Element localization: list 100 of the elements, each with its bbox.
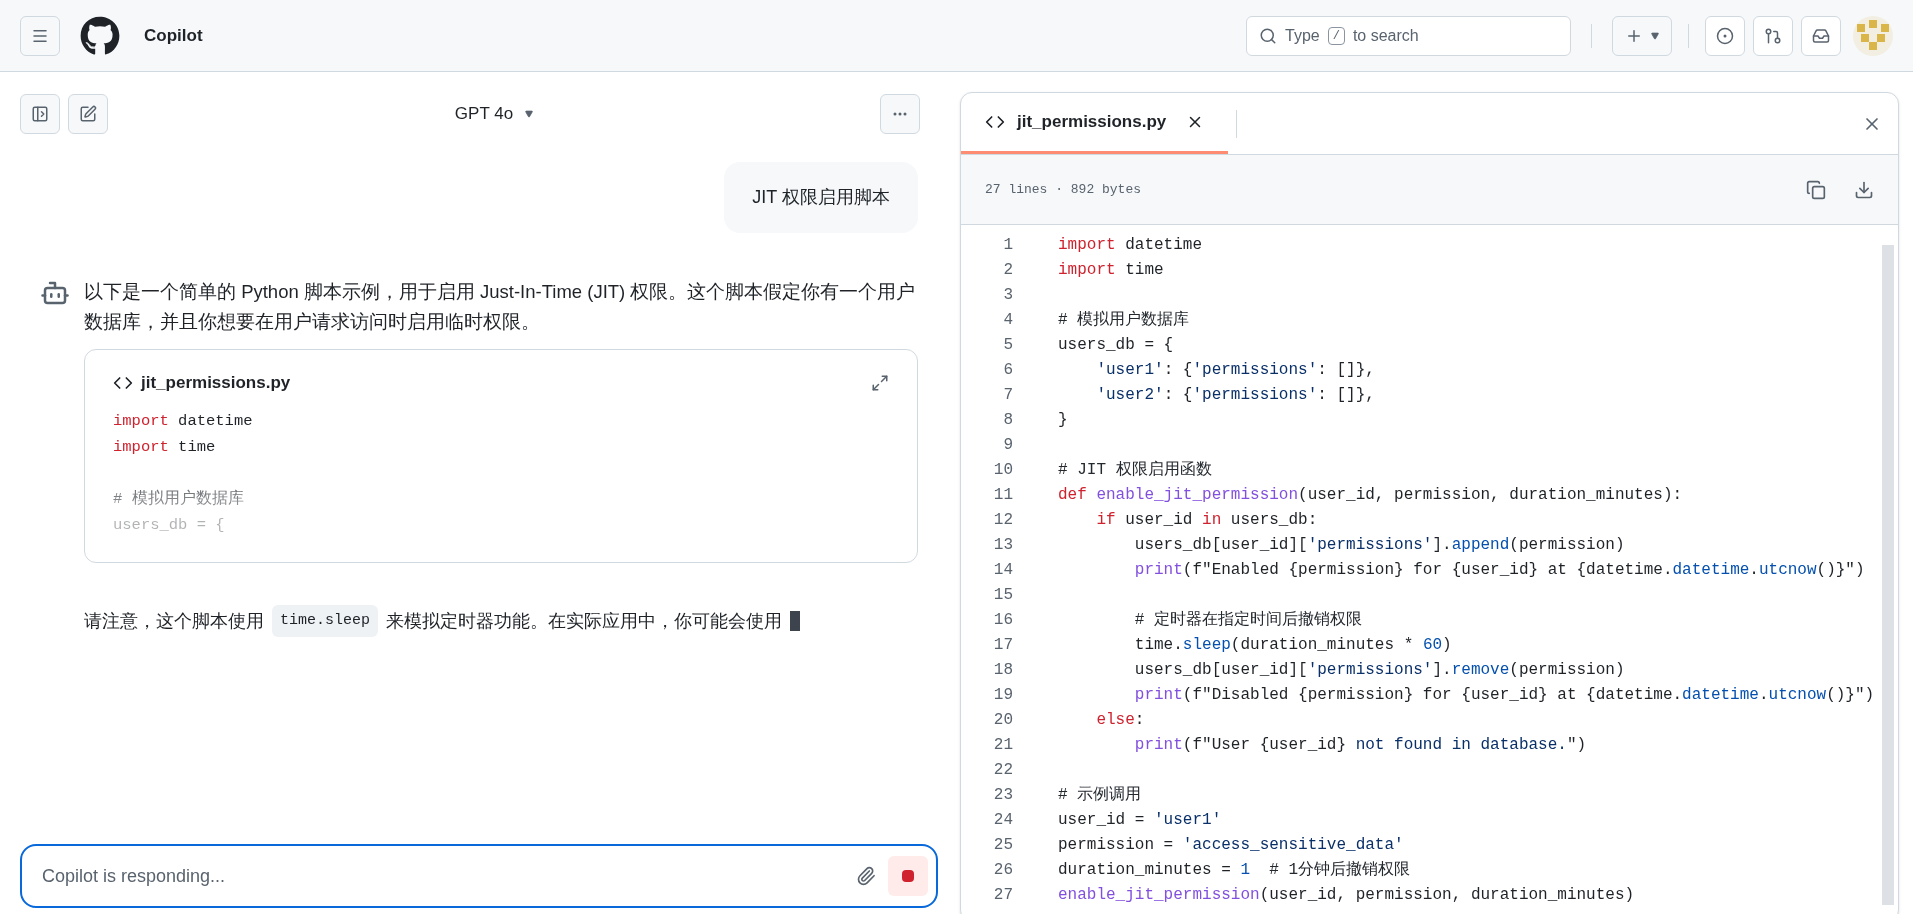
line-number: 15 xyxy=(992,585,1013,606)
line-number: 21 xyxy=(992,735,1013,756)
code-token: remove xyxy=(1451,661,1510,679)
code-token: in xyxy=(1202,511,1222,529)
assistant-message: 以下是一个简单的 Python 脚本示例，用于启用 Just-In-Time (JIT) 权限。这个脚本假定你有一个用户数据库，并且你想要在用户请求访问时启用临时权限。 xyxy=(84,280,917,334)
file-info: 27 lines · 892 bytes xyxy=(985,180,1143,199)
code-token: (user_id, permission, duration_minutes): xyxy=(1298,486,1683,504)
expand-icon[interactable] xyxy=(871,373,889,392)
code-token: 'user1' xyxy=(1095,361,1164,379)
attach-icon[interactable] xyxy=(856,866,876,886)
code-token: (f"User {user_id} xyxy=(1182,736,1348,754)
code-token: duration_minutes = xyxy=(1058,861,1232,879)
code-token: . xyxy=(1758,686,1769,704)
code-token: datetime xyxy=(177,411,253,430)
line-number: 12 xyxy=(992,510,1013,531)
line-number: 10 xyxy=(992,460,1013,481)
chat-input[interactable]: Copilot is responding... xyxy=(20,844,938,908)
search-field[interactable]: Type / to search xyxy=(1246,15,1571,56)
code-token: # JIT 权限启用函数 xyxy=(1058,461,1212,479)
code-token: users_db: xyxy=(1229,511,1318,529)
code-token: (permission) xyxy=(1509,536,1625,554)
code-token: (f"Enabled {permission} for {user_id} at {datetime. xyxy=(1182,561,1673,579)
tab-label: jit_permissions.py xyxy=(1017,111,1167,134)
code-token: print xyxy=(1133,736,1183,754)
code-token: 'permissions' xyxy=(1192,386,1318,404)
line-number: 26 xyxy=(992,860,1013,881)
file-name[interactable]: jit_permissions.py xyxy=(141,370,291,396)
line-number: 13 xyxy=(992,535,1013,556)
code-token: : []}, xyxy=(1317,386,1375,404)
code-token: datetime xyxy=(1672,561,1750,579)
stop-icon xyxy=(902,870,914,882)
pen-icon xyxy=(79,104,97,123)
code-token: print xyxy=(1133,686,1183,704)
code-token: append xyxy=(1451,536,1510,554)
line-number: 3 xyxy=(1002,285,1013,306)
message-input[interactable]: Copilot is responding... xyxy=(42,862,844,890)
code-token: ) xyxy=(1442,636,1452,654)
code-token: ]. xyxy=(1432,661,1452,679)
code-token: (duration_minutes * xyxy=(1230,636,1415,654)
copy-icon[interactable] xyxy=(1806,179,1826,200)
code-token: users_db[user_id][ xyxy=(1133,536,1308,554)
code-token: time xyxy=(1124,261,1164,279)
line-number: 5 xyxy=(1002,335,1013,356)
pull-request-icon xyxy=(1764,26,1782,45)
line-number: 19 xyxy=(992,685,1013,706)
line-number: 24 xyxy=(992,810,1013,831)
code-token: datetime xyxy=(1124,236,1203,254)
inline-code: time.sleep xyxy=(272,605,378,637)
line-number: 9 xyxy=(1002,435,1013,456)
code-token: users_db = { xyxy=(1058,336,1174,354)
code-token: 'permissions' xyxy=(1307,661,1433,679)
line-number: 1 xyxy=(1002,235,1013,256)
panel-icon xyxy=(31,104,49,123)
code-token: time xyxy=(177,437,216,456)
code-token: users_db = { xyxy=(113,515,225,534)
code-token: 'access_sensitive_data' xyxy=(1182,836,1404,854)
copilot-button[interactable] xyxy=(1705,15,1745,56)
code-token: (permission) xyxy=(1509,661,1625,679)
code-token: # 1分钟后撤销权限 xyxy=(1268,861,1411,879)
more-icon xyxy=(893,111,907,116)
shortcut-key: / xyxy=(1327,26,1345,45)
code-token: enable_jit_permission xyxy=(1058,886,1260,904)
code-token: 'user2' xyxy=(1095,386,1164,404)
line-number: 17 xyxy=(992,635,1013,656)
code-token: : { xyxy=(1163,361,1193,379)
code-token: # 模拟用户数据库 xyxy=(1058,311,1190,329)
search-hint: to search xyxy=(1352,25,1419,46)
code-token: # 示例调用 xyxy=(1058,786,1142,804)
code-token: (user_id, permission, duration_minutes) xyxy=(1259,886,1635,904)
code-token: time. xyxy=(1133,636,1183,654)
create-button[interactable] xyxy=(1612,15,1672,56)
code-token: 'user1' xyxy=(1154,811,1222,829)
stop-button[interactable] xyxy=(888,856,928,896)
code-token: def xyxy=(1058,486,1088,504)
code-token: import xyxy=(1058,261,1116,279)
code-token: : []}, xyxy=(1317,361,1375,379)
line-number: 20 xyxy=(992,710,1013,731)
menu-button[interactable] xyxy=(20,15,60,56)
code-token: enable_jit_permission xyxy=(1096,486,1299,504)
message-text: 请注意，这个脚本使用 xyxy=(84,610,264,633)
inbox-icon xyxy=(1812,26,1830,45)
model-picker[interactable]: GPT 4o xyxy=(442,95,546,132)
line-number: 7 xyxy=(1002,385,1013,406)
code-token: 'permissions' xyxy=(1307,536,1433,554)
scrollbar[interactable] xyxy=(1882,245,1894,905)
caret-icon xyxy=(525,109,534,118)
pull-requests-button[interactable] xyxy=(1753,15,1793,56)
code-token: sleep xyxy=(1182,636,1231,654)
code-token: 1 xyxy=(1240,861,1251,879)
search-hint: Type xyxy=(1285,25,1320,46)
sidebar-toggle-button[interactable] xyxy=(20,93,60,134)
new-chat-button[interactable] xyxy=(68,93,108,134)
code-token: import xyxy=(1058,236,1116,254)
download-icon[interactable] xyxy=(1854,179,1874,200)
inbox-button[interactable] xyxy=(1801,15,1841,56)
code-token: 60 xyxy=(1422,636,1443,654)
code-token: utcnow xyxy=(1758,561,1817,579)
line-number: 22 xyxy=(992,760,1013,781)
code-token: ()}") xyxy=(1816,561,1865,579)
line-number: 2 xyxy=(1002,260,1013,281)
